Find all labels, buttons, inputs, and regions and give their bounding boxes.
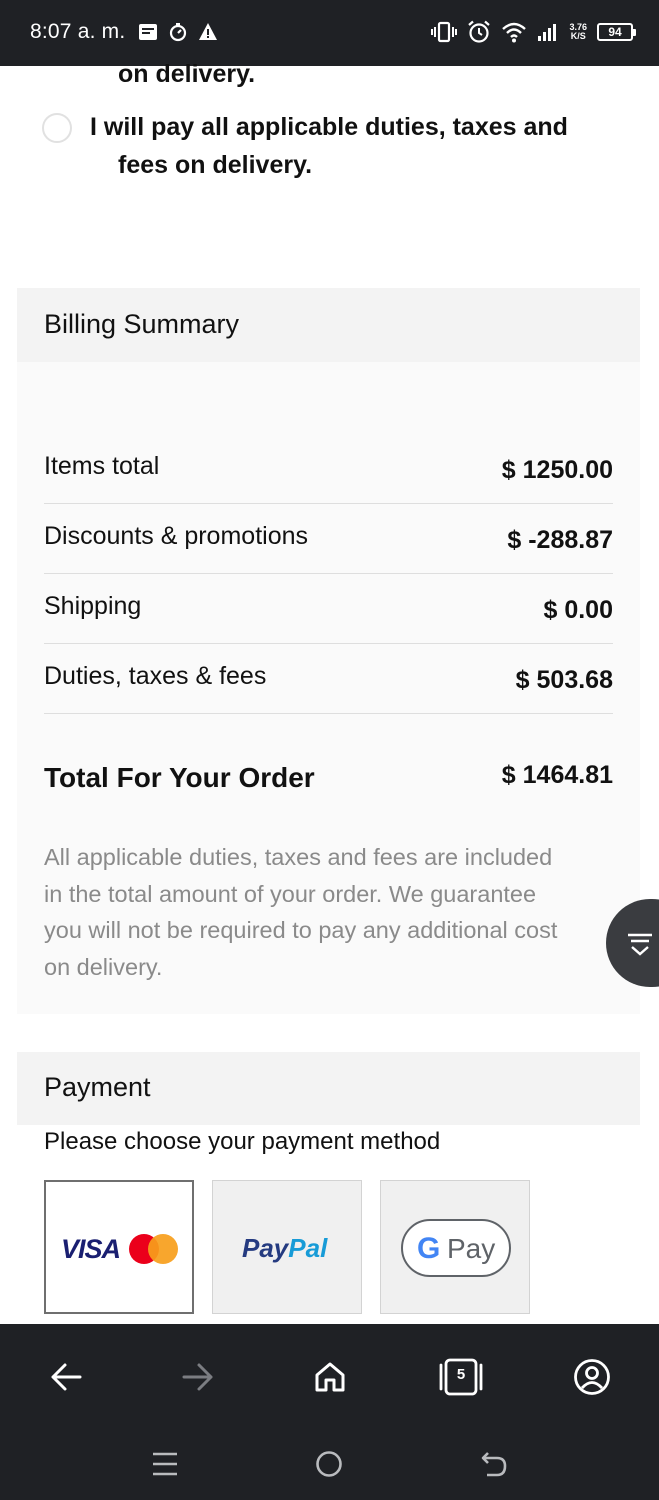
system-navigation-bar: [0, 1430, 659, 1500]
payment-method-paypal[interactable]: PayPal: [212, 1180, 362, 1314]
paypal-logo: PayPal: [242, 1233, 328, 1263]
system-back-button[interactable]: [474, 1446, 514, 1482]
back-button[interactable]: [41, 1354, 91, 1400]
billing-row-value: $ -288.87: [507, 526, 613, 554]
home-button[interactable]: [305, 1354, 355, 1400]
screen: 8:07 a. m. 3.76 K/S 94 on delivery. I wi…: [0, 0, 659, 1500]
billing-row-value: $ 1250.00: [501, 456, 613, 484]
billing-row-label: Shipping: [44, 592, 142, 620]
account-icon: [574, 1359, 610, 1395]
browser-toolbar: 5: [0, 1324, 659, 1430]
arrow-left-icon: [51, 1363, 82, 1391]
recent-apps-button[interactable]: [145, 1446, 185, 1482]
filter-chevron-down-icon: [628, 933, 652, 956]
timer-icon: [169, 23, 187, 42]
duty-option-previous-fragment: on delivery.: [118, 60, 256, 88]
payment-method-prompt: Please choose your payment method: [44, 1128, 441, 1155]
tab-count: 5: [456, 1366, 466, 1383]
billing-row-discounts: Discounts & promotions $ -288.87: [44, 504, 613, 574]
arrow-right-icon: [182, 1363, 213, 1391]
signal-icon: [538, 24, 557, 41]
vibrate-icon: [431, 21, 458, 43]
billing-summary-header: Billing Summary: [17, 288, 640, 362]
billing-row-value: $ 503.68: [515, 666, 613, 694]
wifi-icon: [502, 22, 527, 43]
billing-row-value: $ 0.00: [543, 596, 613, 624]
billing-row-duties: Duties, taxes & fees $ 503.68: [44, 644, 613, 714]
alarm-icon: [468, 20, 491, 43]
account-button[interactable]: [567, 1354, 617, 1400]
menu-lines-icon: [153, 1452, 177, 1476]
status-bar: 8:07 a. m. 3.76 K/S 94: [0, 0, 659, 66]
warning-icon: [199, 23, 217, 40]
circle-icon: [316, 1451, 342, 1477]
payment-method-google-pay[interactable]: G Pay: [380, 1180, 530, 1314]
status-time: 8:07 a. m.: [30, 20, 126, 43]
google-g-logo: G: [417, 1232, 441, 1265]
mastercard-logo-orange: [148, 1234, 178, 1264]
duty-option-label[interactable]: I will pay all applicable duties, taxes …: [90, 108, 610, 184]
home-icon: [315, 1362, 345, 1392]
billing-row-shipping: Shipping $ 0.00: [44, 574, 613, 644]
status-left-icons: [138, 22, 218, 42]
duty-option-radio[interactable]: [42, 113, 72, 143]
back-arrow-icon: [481, 1452, 507, 1477]
payment-method-visa-mastercard[interactable]: VISA: [44, 1180, 194, 1314]
billing-row-label: Discounts & promotions: [44, 522, 309, 550]
billing-summary-body: Items total $ 1250.00 Discounts & promot…: [17, 362, 640, 1014]
billing-summary-title: Billing Summary: [44, 309, 240, 339]
visa-logo: VISA: [61, 1234, 121, 1264]
payment-header: Payment: [17, 1052, 640, 1125]
duties-included-note: All applicable duties, taxes and fees ar…: [44, 844, 558, 980]
billing-row-label: Duties, taxes & fees: [44, 662, 267, 690]
google-pay-logo: G Pay: [401, 1219, 511, 1277]
billing-row-label: Items total: [44, 452, 160, 480]
system-home-button[interactable]: [309, 1446, 349, 1482]
notification-card-icon: [139, 24, 157, 40]
forward-button[interactable]: [173, 1354, 223, 1400]
order-total-value: $ 1464.81: [501, 761, 613, 789]
battery-indicator: 94: [597, 23, 636, 41]
payment-title: Payment: [44, 1072, 151, 1102]
status-right-icons: 3.76 K/S 94: [431, 20, 636, 44]
tabs-button[interactable]: 5: [436, 1354, 486, 1400]
order-total-label: Total For Your Order: [44, 762, 315, 793]
network-speed: 3.76 K/S: [569, 22, 587, 41]
billing-row-items-total: Items total $ 1250.00: [44, 434, 613, 504]
